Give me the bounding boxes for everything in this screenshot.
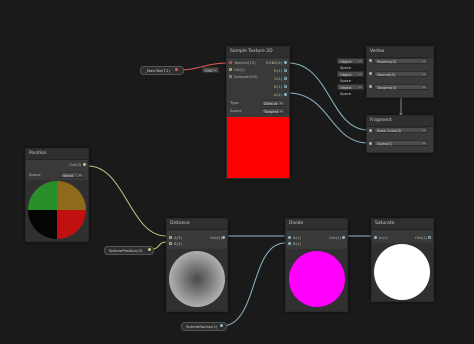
distance-b-label: B(3)	[174, 241, 182, 246]
vertex-tangent-slot: Tangent(3)	[374, 84, 428, 90]
vertex-tangent-space[interactable]: Object Space	[337, 84, 364, 96]
g-output-label: G(1)	[274, 76, 283, 81]
maintex-output-port[interactable]	[175, 68, 178, 71]
sample-texture-node[interactable]: Sample Texture 2D Texture(T2) UV(2) Samp…	[226, 46, 290, 179]
vertex-title: Vertex	[367, 47, 433, 58]
normal-input-port[interactable]	[369, 72, 372, 75]
divide-output-label: Out(1)	[329, 235, 342, 240]
distance-a-port[interactable]	[169, 236, 172, 239]
b-output-label: B(1)	[274, 84, 282, 89]
vertex-normal-space[interactable]: Object Space	[337, 71, 364, 83]
tangent-input-port[interactable]	[369, 85, 372, 88]
distance-preview	[167, 249, 227, 311]
sphere-radius-port[interactable]	[220, 324, 223, 327]
fragment-alpha-slot: Alpha(1)	[374, 140, 428, 146]
sampler-input-port[interactable]	[229, 75, 232, 78]
distance-output-port[interactable]	[222, 236, 225, 239]
wire-sphereradius-to-divide	[221, 242, 286, 327]
saturate-output-label: Out(1)	[415, 235, 428, 240]
position-output-label: Out(3)	[69, 162, 82, 167]
sphere-position-port[interactable]	[148, 248, 151, 251]
texture-input-label: Texture(T2)	[234, 60, 256, 65]
divide-a-port[interactable]	[288, 236, 291, 239]
uv-dropdown[interactable]: UV0	[202, 67, 219, 73]
divide-title: Divide	[286, 219, 347, 230]
divide-a-label: A(1)	[293, 235, 301, 240]
uv-input-label: UV(2)	[234, 67, 245, 72]
saturate-output-port[interactable]	[428, 236, 431, 239]
wire-sphereposition-to-distance	[151, 241, 167, 250]
position-space-dropdown[interactable]: World	[60, 172, 84, 178]
saturate-node[interactable]: Saturate In(1) Out(1)	[371, 218, 434, 302]
distance-title: Distance	[167, 219, 227, 230]
space-dropdown[interactable]: Tangent	[261, 108, 285, 114]
divide-b-port[interactable]	[288, 242, 291, 245]
maintex-label: _MainTex(T2)	[145, 68, 170, 73]
position-space-label: Space	[29, 172, 41, 177]
vertex-normal-slot: Normal(3)	[374, 71, 428, 77]
texture-input-port[interactable]	[229, 61, 232, 64]
wire-position-to-distance	[87, 165, 167, 237]
distance-node[interactable]: Distance A(3) B(3) Out(1)	[166, 218, 228, 312]
sphere-position-pill[interactable]: SpherePosition(3)	[104, 246, 154, 255]
distance-output-label: Out(1)	[210, 235, 223, 240]
type-dropdown[interactable]: Default	[261, 100, 285, 106]
divide-node[interactable]: Divide A(1) B(1) Out(1)	[285, 218, 348, 312]
space-label: Space	[230, 108, 242, 113]
position-node[interactable]: Position Out(3) Space World	[25, 148, 89, 242]
alpha-input-port[interactable]	[369, 142, 372, 145]
sample-texture-title: Sample Texture 2D	[227, 47, 289, 58]
r-output-label: R(1)	[274, 68, 283, 73]
uv-input-port[interactable]	[229, 68, 232, 71]
divide-preview	[286, 249, 347, 311]
sampler-input-label: Sampler(SS)	[234, 74, 258, 79]
a-output-port[interactable]	[284, 93, 287, 96]
distance-a-label: A(3)	[174, 235, 182, 240]
rgba-output-port[interactable]	[284, 61, 287, 64]
fragment-title: Fragment	[367, 116, 433, 127]
divide-b-label: B(1)	[293, 241, 301, 246]
rgba-output-label: RGBA(4)	[266, 60, 283, 65]
type-label: Type	[230, 100, 239, 105]
position-preview	[26, 180, 88, 241]
shader-graph-canvas[interactable]: _MainTex(T2) UV0 Sample Texture 2D Textu…	[0, 0, 474, 344]
wire-a-to-alpha	[287, 92, 369, 144]
position-title: Position	[26, 149, 88, 160]
vertex-position-space[interactable]: Object Space	[337, 58, 364, 70]
saturate-title: Saturate	[372, 219, 433, 230]
saturate-in-port[interactable]	[374, 236, 377, 239]
texture-preview	[227, 117, 289, 178]
r-output-port[interactable]	[284, 69, 287, 72]
base-color-input-port[interactable]	[369, 129, 372, 132]
g-output-port[interactable]	[284, 77, 287, 80]
b-output-port[interactable]	[284, 85, 287, 88]
fragment-base-color-slot: Base Color(3)	[374, 127, 428, 133]
saturate-preview	[372, 243, 433, 301]
position-output-port[interactable]	[83, 163, 86, 166]
distance-b-port[interactable]	[169, 242, 172, 245]
vertex-position-slot: Position(3)	[374, 58, 428, 64]
a-output-label: A(1)	[274, 92, 282, 97]
position-input-port[interactable]	[369, 59, 372, 62]
fragment-block[interactable]: Fragment	[366, 115, 434, 153]
saturate-in-label: In(1)	[379, 235, 388, 240]
divide-output-port[interactable]	[342, 236, 345, 239]
